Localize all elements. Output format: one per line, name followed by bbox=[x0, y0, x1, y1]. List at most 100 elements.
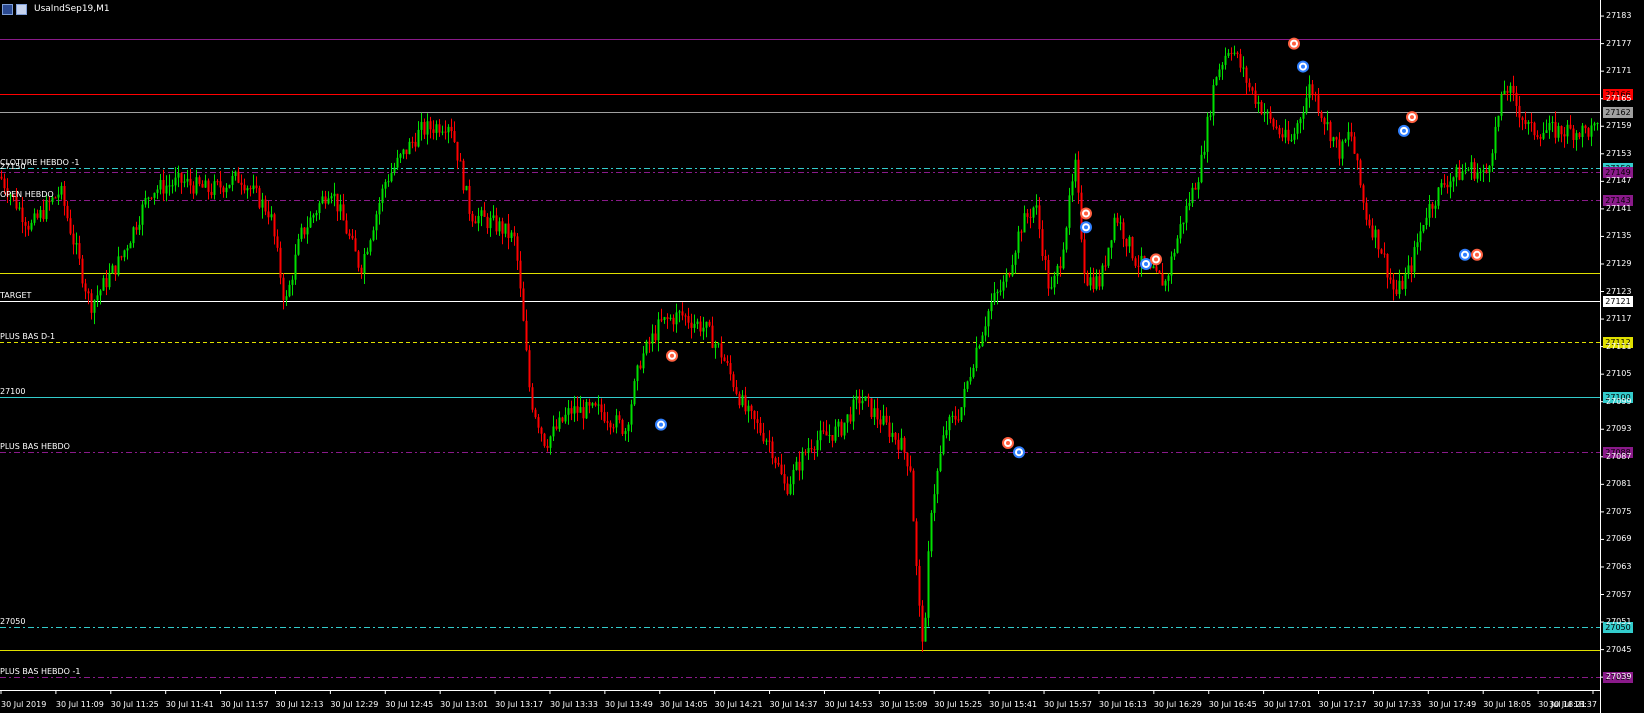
candle-body[interactable] bbox=[852, 399, 855, 422]
candle-body[interactable] bbox=[837, 421, 840, 427]
candle-body[interactable] bbox=[522, 288, 525, 321]
candle-body[interactable] bbox=[159, 180, 162, 190]
candle-body[interactable] bbox=[90, 293, 93, 313]
candle-body[interactable] bbox=[1437, 187, 1440, 206]
candle-body[interactable] bbox=[72, 233, 75, 245]
candle-body[interactable] bbox=[1275, 126, 1278, 129]
candle-body[interactable] bbox=[1428, 204, 1431, 218]
candle-body[interactable] bbox=[921, 605, 924, 642]
candle-body[interactable] bbox=[198, 177, 201, 184]
candle-body[interactable] bbox=[1023, 213, 1026, 233]
candle-body[interactable] bbox=[636, 365, 639, 382]
candle-body[interactable] bbox=[678, 311, 681, 313]
candle-body[interactable] bbox=[897, 439, 900, 450]
candle-body[interactable] bbox=[675, 312, 678, 325]
candle-body[interactable] bbox=[1413, 247, 1416, 272]
candle-body[interactable] bbox=[444, 131, 447, 133]
candle-body[interactable] bbox=[1380, 249, 1383, 254]
candle-body[interactable] bbox=[363, 254, 366, 274]
candle-body[interactable] bbox=[399, 154, 402, 158]
candle-body[interactable] bbox=[495, 215, 498, 232]
candle-body[interactable] bbox=[807, 448, 810, 453]
candle-body[interactable] bbox=[909, 466, 912, 471]
candle-body[interactable] bbox=[1203, 151, 1206, 155]
candle-body[interactable] bbox=[558, 417, 561, 429]
candle-body[interactable] bbox=[816, 440, 819, 451]
candle-body[interactable] bbox=[351, 235, 354, 239]
candle-body[interactable] bbox=[618, 415, 621, 420]
candle-body[interactable] bbox=[309, 217, 312, 228]
candle-body[interactable] bbox=[1248, 82, 1251, 88]
candle-body[interactable] bbox=[1398, 280, 1401, 295]
candle-body[interactable] bbox=[1113, 217, 1116, 241]
candle-body[interactable] bbox=[402, 149, 405, 155]
candle-body[interactable] bbox=[1521, 117, 1524, 121]
candle-body[interactable] bbox=[1494, 126, 1497, 154]
candle-body[interactable] bbox=[1290, 139, 1293, 141]
candle-body[interactable] bbox=[33, 213, 36, 223]
candle-body[interactable] bbox=[573, 406, 576, 414]
candle-body[interactable] bbox=[393, 167, 396, 173]
candle-body[interactable] bbox=[1131, 237, 1134, 259]
candle-body[interactable] bbox=[1050, 287, 1053, 289]
candle-body[interactable] bbox=[579, 407, 582, 413]
candle-body[interactable] bbox=[105, 278, 108, 288]
candle-body[interactable] bbox=[276, 236, 279, 248]
candle-body[interactable] bbox=[342, 204, 345, 221]
candle-body[interactable] bbox=[1419, 231, 1422, 243]
candle-body[interactable] bbox=[360, 267, 363, 274]
candle-body[interactable] bbox=[564, 414, 567, 422]
candle-body[interactable] bbox=[138, 224, 141, 230]
candle-body[interactable] bbox=[321, 196, 324, 204]
candle-body[interactable] bbox=[261, 199, 264, 208]
candle-body[interactable] bbox=[1389, 277, 1392, 280]
candle-body[interactable] bbox=[1500, 94, 1503, 116]
candle-body[interactable] bbox=[801, 451, 804, 471]
candle-body[interactable] bbox=[96, 295, 99, 301]
candle-body[interactable] bbox=[507, 223, 510, 238]
candle-body[interactable] bbox=[930, 512, 933, 552]
candle-body[interactable] bbox=[504, 223, 507, 234]
candle-body[interactable] bbox=[1347, 131, 1350, 140]
candle-body[interactable] bbox=[1137, 265, 1140, 267]
candle-body[interactable] bbox=[612, 427, 615, 429]
candle-body[interactable] bbox=[201, 183, 204, 188]
candle-body[interactable] bbox=[582, 407, 585, 419]
candle-body[interactable] bbox=[774, 458, 777, 463]
candle-body[interactable] bbox=[726, 360, 729, 364]
candle-body[interactable] bbox=[423, 121, 426, 135]
candle-body[interactable] bbox=[624, 431, 627, 434]
candle-body[interactable] bbox=[1533, 122, 1536, 136]
candle-body[interactable] bbox=[1344, 139, 1347, 142]
candle-body[interactable] bbox=[216, 181, 219, 183]
candle-body[interactable] bbox=[1002, 281, 1005, 291]
candle-body[interactable] bbox=[1179, 224, 1182, 239]
candle-body[interactable] bbox=[1119, 222, 1122, 224]
candle-body[interactable] bbox=[1518, 105, 1521, 118]
candle-body[interactable] bbox=[225, 187, 228, 193]
candle-body[interactable] bbox=[411, 141, 414, 143]
candle-body[interactable] bbox=[1221, 64, 1224, 70]
candle-body[interactable] bbox=[459, 160, 462, 162]
candle-body[interactable] bbox=[1296, 123, 1299, 134]
candle-body[interactable] bbox=[561, 417, 564, 422]
candle-body[interactable] bbox=[234, 171, 237, 176]
candle-body[interactable] bbox=[915, 521, 918, 566]
candle-body[interactable] bbox=[867, 396, 870, 399]
candle-body[interactable] bbox=[1308, 84, 1311, 98]
candle-body[interactable] bbox=[294, 254, 297, 280]
candle-body[interactable] bbox=[1212, 85, 1215, 116]
candle-body[interactable] bbox=[243, 184, 246, 191]
candle-body[interactable] bbox=[141, 204, 144, 225]
candle-body[interactable] bbox=[1371, 225, 1374, 238]
candle-body[interactable] bbox=[759, 423, 762, 433]
candle-body[interactable] bbox=[681, 311, 684, 316]
candle-body[interactable] bbox=[1194, 187, 1197, 190]
candle-body[interactable] bbox=[1272, 119, 1275, 127]
candle-body[interactable] bbox=[30, 222, 33, 230]
candle-body[interactable] bbox=[303, 227, 306, 235]
candle-body[interactable] bbox=[1479, 171, 1482, 173]
candle-body[interactable] bbox=[993, 293, 996, 303]
candle-body[interactable] bbox=[795, 461, 798, 470]
candle-body[interactable] bbox=[924, 617, 927, 642]
